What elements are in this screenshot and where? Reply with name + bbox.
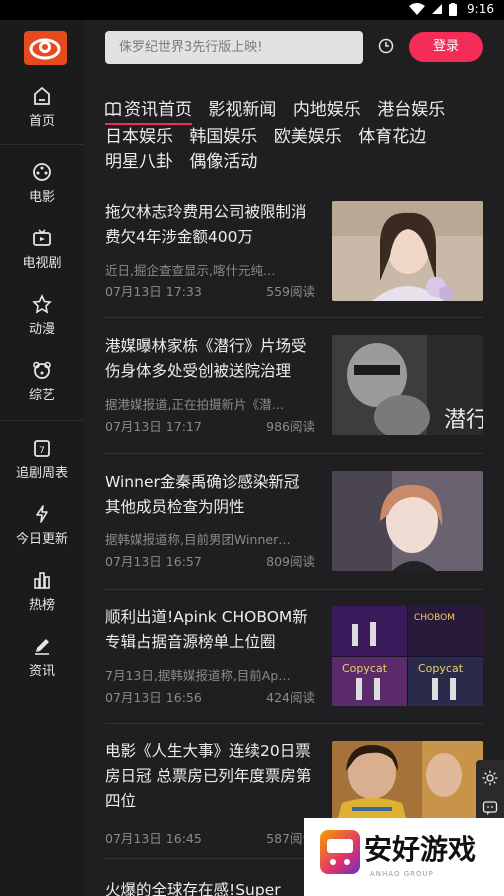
news-meta: 07月13日 17:17 986阅读 (105, 416, 315, 435)
sidebar-divider (0, 144, 84, 145)
sidebar-item-tv[interactable]: 电视剧 (0, 228, 84, 271)
floating-toolbar (476, 760, 504, 824)
tv-icon (33, 229, 51, 246)
svg-text:7: 7 (39, 446, 45, 456)
search-input[interactable]: 侏罗纪世界3先行版上映! (105, 31, 363, 64)
sidebar-item-home[interactable]: 首页 (0, 86, 84, 129)
svg-text:Copycat: Copycat (342, 662, 388, 675)
tab-sports[interactable]: 体育花边 (358, 125, 426, 150)
watermark: 安好游戏 ANHAO GROUP (304, 818, 504, 896)
svg-text:潜行: 潜行 (444, 408, 483, 433)
sidebar-item-label: 电视剧 (22, 256, 62, 271)
category-tabs: 资讯首页 影视新闻 内地娱乐 港台娱乐 日本娱乐 韩国娱乐 欧美娱乐 体育花边 … (105, 98, 485, 175)
tab-hk-tw[interactable]: 港台娱乐 (377, 98, 445, 123)
news-item[interactable]: Winner金秦禹确诊感染新冠 其他成员检查为阴性 据韩媒报道称,目前男团Win… (105, 455, 483, 590)
sidebar-item-label: 今日更新 (15, 532, 68, 547)
login-button[interactable]: 登录 (409, 32, 483, 62)
sidebar-item-label: 综艺 (28, 388, 55, 403)
news-date: 07月13日 16:57 (105, 554, 202, 569)
news-title: 电影《人生大事》连续20日票房日冠 总票房已列年度票房第四位 (105, 742, 312, 810)
tab-japan[interactable]: 日本娱乐 (105, 125, 173, 150)
news-summary: 据港媒报道,正在拍摄新片《潜… (105, 397, 284, 412)
tab-mainland[interactable]: 内地娱乐 (293, 98, 361, 123)
news-reads: 809阅读 (266, 554, 315, 569)
book-icon (105, 102, 121, 117)
news-reads: 559阅读 (266, 284, 315, 299)
news-title: Winner金秦禹确诊感染新冠 其他成员检查为阴性 (105, 473, 300, 516)
news-date: 07月13日 17:17 (105, 419, 202, 434)
news-title: 火爆的全球存在感!Super (105, 881, 281, 896)
svg-text:Copycat: Copycat (418, 662, 464, 675)
news-meta: 07月13日 16:57 809阅读 (105, 551, 315, 570)
news-reads: 986阅读 (266, 419, 315, 434)
chart-icon (34, 572, 50, 589)
tab-korea[interactable]: 韩国娱乐 (189, 125, 257, 150)
home-icon (34, 86, 50, 105)
calendar-icon: 7 (34, 440, 50, 457)
feedback-icon[interactable] (482, 800, 498, 816)
history-clock-icon[interactable] (378, 38, 394, 54)
sidebar-item-label: 热榜 (28, 598, 55, 613)
news-title: 拖欠林志玲费用公司被限制消费欠4年涉金额400万 (105, 203, 307, 246)
brightness-icon[interactable] (482, 770, 498, 786)
tab-film-news[interactable]: 影视新闻 (208, 98, 276, 123)
no-sim-icon (432, 4, 443, 14)
status-bar: 9:16 (0, 0, 504, 20)
news-summary: 近日,掘企查查显示,喀什元纯… (105, 263, 276, 278)
tab-western[interactable]: 欧美娱乐 (274, 125, 342, 150)
sidebar-item-variety[interactable]: 综艺 (0, 360, 84, 403)
bear-icon (33, 361, 51, 379)
battery-icon (449, 2, 458, 16)
news-thumbnail (332, 471, 483, 571)
sidebar-item-label: 追剧周表 (15, 466, 68, 481)
sidebar-item-today-update[interactable]: 今日更新 (0, 504, 84, 547)
lightning-icon (36, 505, 48, 523)
film-reel-icon (33, 163, 51, 181)
watermark-text: 安好游戏 (364, 833, 477, 866)
news-summary: 7月13日,据韩媒报道称,目前Ap… (105, 668, 291, 683)
news-thumbnail: 潜行 (332, 335, 483, 435)
news-thumbnail: CHOBOM Copycat Copycat (332, 606, 483, 706)
news-meta: 07月13日 17:33 559阅读 (105, 281, 315, 300)
app-logo[interactable] (24, 31, 67, 65)
news-date: 07月13日 16:45 (105, 831, 202, 846)
news-summary: 据韩媒报道称,目前男团Winner… (105, 532, 291, 547)
pencil-icon (35, 639, 49, 655)
news-item[interactable]: 顺利出道!Apink CHOBOM新专辑占据音源榜单上位圈 7月13日,据韩媒报… (105, 591, 483, 724)
sidebar-item-news[interactable]: 资讯 (0, 636, 84, 679)
news-item[interactable]: 港媒曝林家栋《潜行》片场受伤身体多处受创被送院治理 据港媒报道,正在拍摄新片《潜… (105, 319, 483, 454)
svg-text:CHOBOM: CHOBOM (414, 613, 455, 623)
news-date: 07月13日 17:33 (105, 284, 202, 299)
watermark-subtext: ANHAO GROUP (370, 870, 434, 878)
sidebar-item-anime[interactable]: 动漫 (0, 294, 84, 337)
news-date: 07月13日 16:56 (105, 690, 202, 705)
sidebar-item-label: 首页 (28, 114, 55, 129)
sidebar-divider (0, 420, 84, 421)
sidebar-item-hot-list[interactable]: 热榜 (0, 570, 84, 613)
sidebar: 首页 电影 电视剧 动漫 综艺 7 追剧周表 今日更新 热榜 资讯 (0, 20, 84, 896)
watermark-logo (320, 830, 360, 874)
news-title: 顺利出道!Apink CHOBOM新专辑占据音源榜单上位圈 (105, 608, 308, 651)
sidebar-item-weekly-schedule[interactable]: 7 追剧周表 (0, 438, 84, 481)
news-title: 港媒曝林家栋《潜行》片场受伤身体多处受创被送院治理 (105, 337, 307, 380)
sidebar-item-movie[interactable]: 电影 (0, 162, 84, 205)
sidebar-item-label: 动漫 (28, 322, 55, 337)
tab-idol[interactable]: 偶像活动 (189, 150, 257, 175)
news-reads: 424阅读 (266, 690, 315, 705)
sidebar-item-label: 电影 (28, 190, 55, 205)
sidebar-item-label: 资讯 (28, 664, 55, 679)
news-thumbnail (332, 201, 483, 301)
star-icon (32, 294, 52, 314)
top-bar: 侏罗纪世界3先行版上映! 登录 (84, 20, 504, 80)
tab-gossip[interactable]: 明星八卦 (105, 150, 173, 175)
news-item[interactable]: 拖欠林志玲费用公司被限制消费欠4年涉金额400万 近日,掘企查查显示,喀什元纯…… (105, 186, 483, 318)
wifi-icon (409, 3, 426, 15)
tab-news-home[interactable]: 资讯首页 (105, 98, 192, 125)
status-time: 9:16 (467, 2, 494, 16)
news-meta: 07月13日 16:56 424阅读 (105, 687, 315, 706)
news-meta: 07月13日 16:45 587阅读 (105, 828, 315, 847)
